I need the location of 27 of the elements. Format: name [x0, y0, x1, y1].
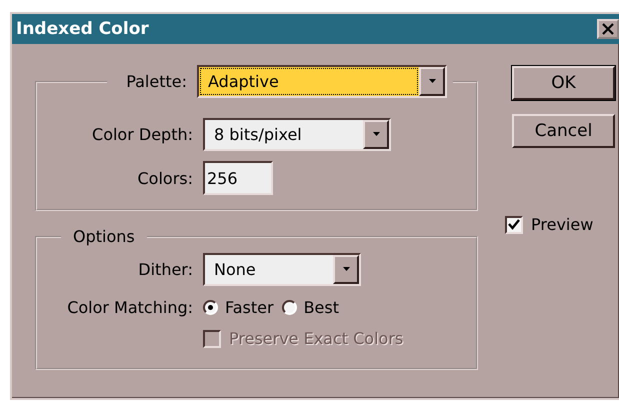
radio-button[interactable] [203, 300, 218, 315]
field-label: Color Matching: [66, 298, 193, 317]
radio-label[interactable]: Faster [225, 298, 274, 317]
close-icon [601, 23, 615, 35]
checkbox-label[interactable]: Preview [531, 215, 594, 234]
dropdown-arrow-button[interactable] [363, 120, 389, 149]
checkbox[interactable] [505, 216, 523, 234]
input-field[interactable]: 256 [203, 161, 273, 195]
close-button[interactable] [597, 19, 619, 39]
dropdown[interactable]: None [203, 253, 361, 286]
field-label: Palette: [125, 72, 187, 91]
group-title: Options [72, 227, 136, 246]
window-title: Indexed Color [16, 19, 149, 39]
field-label: Color Depth: [91, 125, 193, 144]
dropdown[interactable]: 8 bits/pixel [203, 118, 391, 151]
radio-label[interactable]: Best [304, 298, 340, 317]
field-label: Colors: [136, 168, 193, 188]
dropdown-arrow-button[interactable] [419, 67, 445, 96]
caret-icon [372, 132, 380, 137]
caret-icon [342, 267, 350, 272]
field-label: Dither: [137, 260, 193, 279]
caret-icon [428, 79, 436, 84]
dialog-button[interactable]: OK [512, 66, 615, 100]
dropdown[interactable]: Adaptive [197, 65, 447, 98]
radio-button[interactable] [282, 300, 297, 315]
dropdown-arrow-button[interactable] [333, 255, 359, 284]
dialog-button[interactable]: Cancel [512, 114, 615, 148]
